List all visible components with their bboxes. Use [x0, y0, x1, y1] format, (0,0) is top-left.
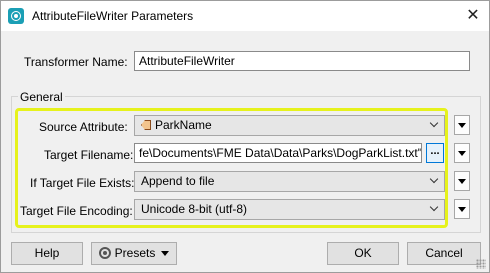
if-exists-menu-button[interactable]: [454, 171, 470, 191]
browse-file-button[interactable]: ...: [426, 143, 444, 163]
caret-down-icon: [161, 251, 170, 256]
attribute-icon: [141, 120, 151, 130]
resize-grip[interactable]: [476, 259, 486, 269]
encoding-value: Unicode 8-bit (utf-8): [141, 202, 248, 216]
if-exists-label: If Target File Exists:: [30, 176, 135, 190]
target-filename-label: Target Filename:: [44, 148, 134, 162]
ok-button[interactable]: OK: [327, 242, 399, 265]
general-group-title: General: [18, 90, 65, 104]
source-attribute-value: ParkName: [155, 118, 212, 132]
source-attribute-dropdown[interactable]: ParkName: [134, 115, 445, 136]
encoding-menu-button[interactable]: [454, 199, 470, 219]
cancel-button[interactable]: Cancel: [407, 242, 481, 265]
chevron-down-icon: [430, 203, 440, 213]
presets-button[interactable]: Presets: [91, 242, 177, 265]
target-filename-menu-button[interactable]: [454, 143, 470, 163]
dialog-window: AttributeFileWriter Parameters ✕ Transfo…: [0, 0, 490, 273]
transformer-name-label: Transformer Name:: [24, 55, 128, 69]
close-button[interactable]: ✕: [457, 1, 489, 31]
encoding-dropdown[interactable]: Unicode 8-bit (utf-8): [134, 199, 445, 220]
target-filename-input[interactable]: fe\Documents\FME Data\Data\Parks\DogPark…: [134, 143, 422, 163]
presets-label: Presets: [114, 246, 156, 260]
source-attribute-label: Source Attribute:: [39, 120, 128, 134]
chevron-down-icon: [430, 175, 440, 185]
help-button[interactable]: Help: [11, 242, 83, 265]
if-exists-dropdown[interactable]: Append to file: [134, 171, 445, 192]
title-bar: AttributeFileWriter Parameters ✕: [1, 1, 489, 31]
encoding-label: Target File Encoding:: [20, 204, 133, 218]
if-exists-value: Append to file: [141, 174, 215, 188]
chevron-down-icon: [430, 119, 440, 129]
source-attribute-menu-button[interactable]: [454, 115, 470, 135]
gear-icon: [98, 247, 111, 259]
fme-app-icon: [8, 8, 24, 24]
window-title: AttributeFileWriter Parameters: [32, 9, 194, 23]
transformer-name-input[interactable]: AttributeFileWriter: [134, 51, 470, 71]
